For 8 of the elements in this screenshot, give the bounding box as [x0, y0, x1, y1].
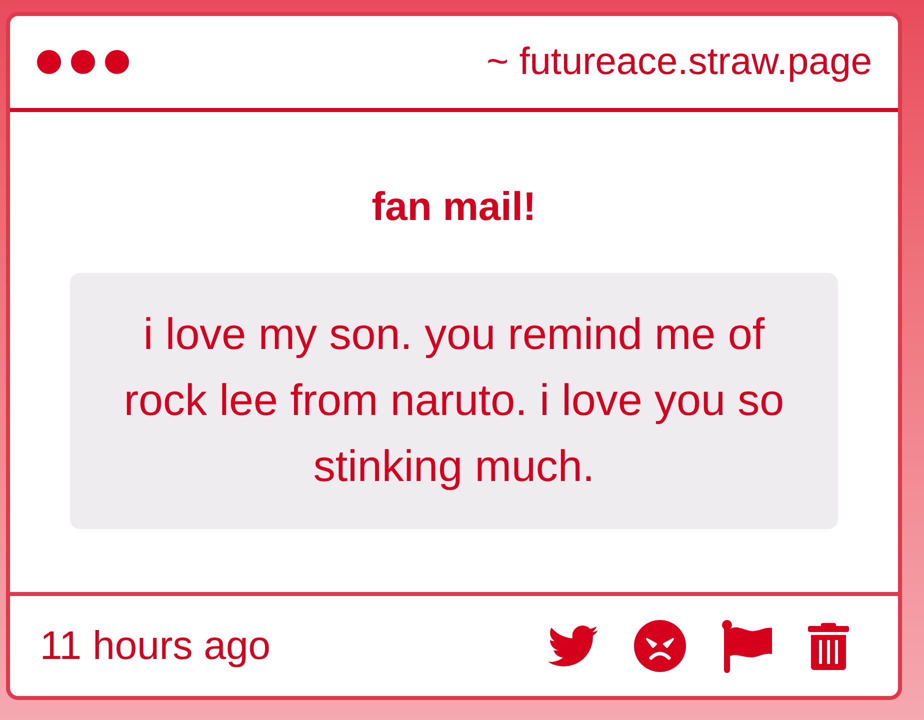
message-title: fan mail!	[372, 184, 536, 231]
trash-icon[interactable]	[808, 622, 849, 670]
url-text: ~ futureace.straw.page	[486, 40, 872, 85]
timestamp: 11 hours ago	[40, 623, 271, 670]
angry-face-icon[interactable]	[634, 620, 686, 672]
flag-icon[interactable]	[722, 620, 772, 672]
bird-icon[interactable]	[548, 625, 598, 667]
message-text: i love my son. you remind me of rock lee from naruto. i love you so stinking much.	[122, 309, 786, 493]
